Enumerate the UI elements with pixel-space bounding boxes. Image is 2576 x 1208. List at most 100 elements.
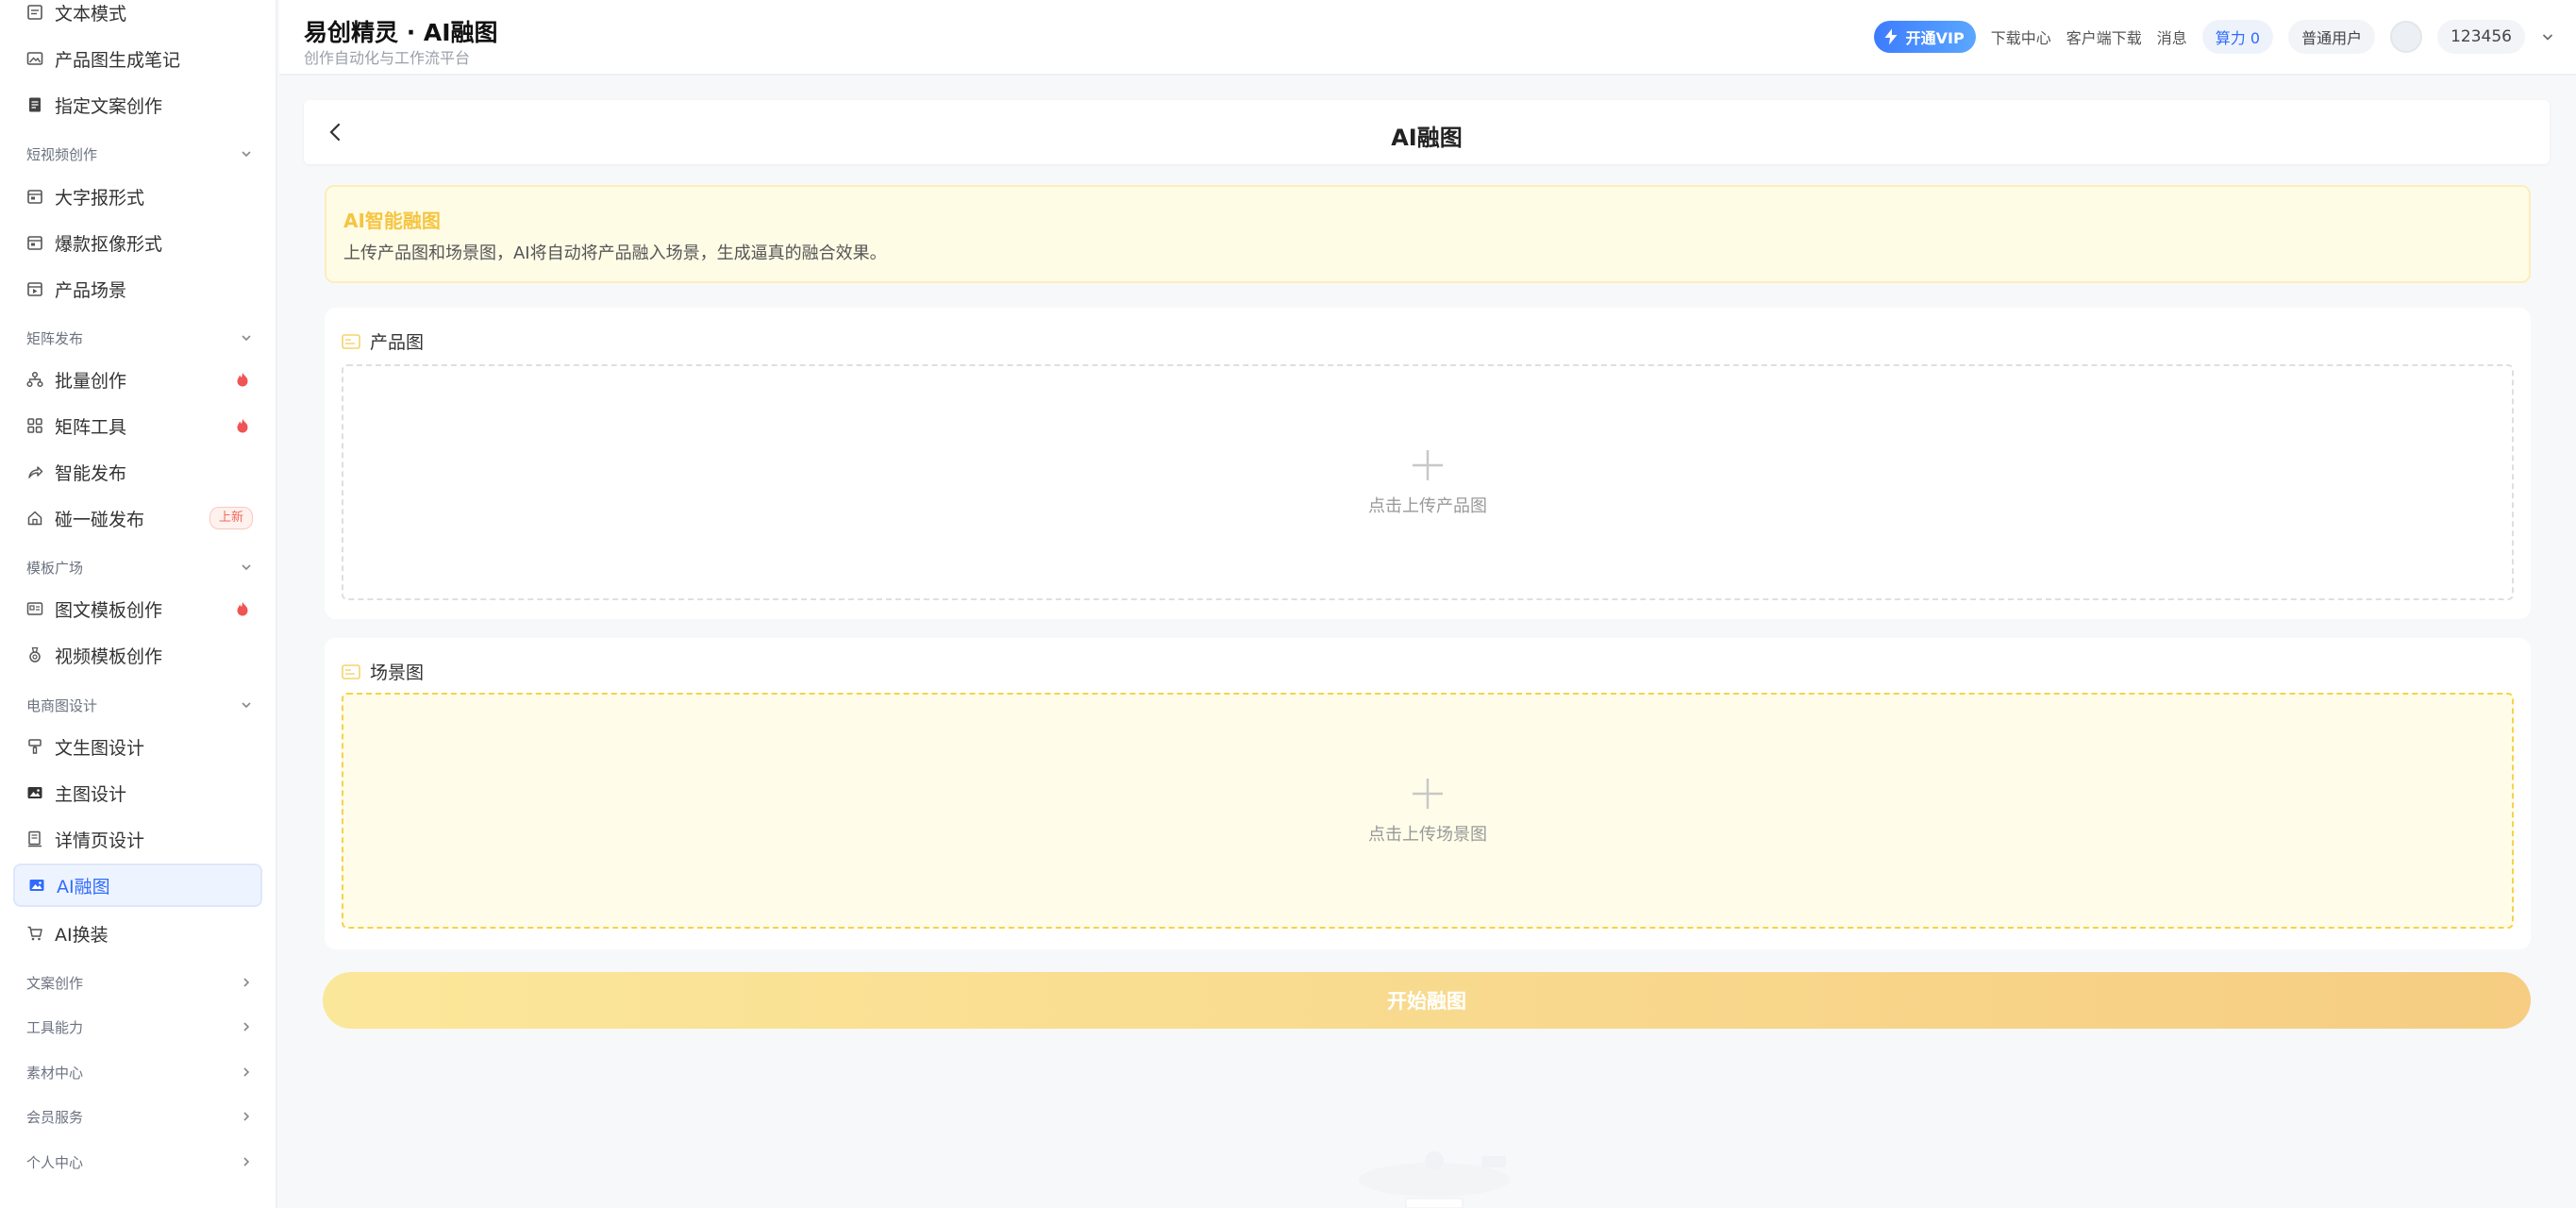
sidebar-item-batch[interactable]: 批量创作: [13, 358, 262, 401]
group-label: 工具能力: [26, 1018, 84, 1036]
vip-label: 开通VIP: [1905, 29, 1965, 47]
scene-image-label: 场景图: [342, 659, 424, 684]
info-notice: AI智能融图 上传产品图和场景图，AI将自动将产品融入场景，生成逼真的融合效果。: [325, 185, 2531, 283]
sidebar-item-smart-publish[interactable]: 智能发布: [13, 450, 262, 494]
sidebar-item-label: 图文模板创作: [55, 599, 163, 621]
sidebar-item-product-notes[interactable]: 产品图生成笔记: [13, 37, 262, 80]
cart-icon: [26, 925, 43, 942]
brush-icon: [26, 738, 43, 755]
group-tools[interactable]: 工具能力: [13, 1011, 262, 1043]
sidebar-item-text-mode[interactable]: 文本模式: [13, 0, 262, 34]
product-upload-dropzone[interactable]: 点击上传产品图: [342, 364, 2514, 600]
top-header: 易创精灵 · AI融图 创作自动化与工作流平台 开通VIP 下载中心 客户端下载…: [279, 0, 2576, 76]
group-label: 会员服务: [26, 1108, 84, 1126]
sidebar-item-matrix-tools[interactable]: 矩阵工具: [13, 404, 262, 447]
sidebar-item-label: AI融图: [57, 876, 110, 898]
user-type-pill[interactable]: 普通用户: [2288, 20, 2376, 54]
hot-icon: [237, 418, 248, 433]
group-matrix[interactable]: 矩阵发布: [13, 322, 262, 354]
vip-button[interactable]: 开通VIP: [1873, 21, 1976, 53]
detail-icon: [26, 830, 43, 847]
group-materials[interactable]: 素材中心: [13, 1056, 262, 1088]
document-icon: [26, 4, 43, 21]
group-personal[interactable]: 个人中心: [13, 1146, 262, 1178]
sidebar-item-label: 碰一碰发布: [55, 509, 145, 530]
sidebar-item-label: 文本模式: [55, 3, 127, 25]
hot-icon: [237, 601, 248, 616]
notice-title: AI智能融图: [343, 210, 441, 232]
picture-icon: [26, 784, 43, 801]
calendar-icon: [26, 234, 43, 251]
sidebar-item-ai-fusion[interactable]: AI融图: [13, 864, 262, 907]
product-image-card: 产品图 点击上传产品图: [325, 308, 2531, 619]
sidebar-item-copywriting[interactable]: 指定文案创作: [13, 83, 262, 126]
page-title: AI融图: [1391, 125, 1463, 151]
sidebar-item-cutout[interactable]: 爆款抠像形式: [13, 221, 262, 264]
sidebar-item-label: 指定文案创作: [55, 95, 163, 117]
chevron-right-icon: [243, 1067, 250, 1077]
plus-icon: [1413, 779, 1443, 809]
grid-icon: [26, 417, 43, 434]
chevron-right-icon: [243, 1157, 250, 1166]
username-pill[interactable]: 123456: [2437, 20, 2525, 54]
card-icon: [26, 600, 43, 617]
chevron-down-icon: [242, 564, 251, 571]
sidebar-item-detail-page[interactable]: 详情页设计: [13, 817, 262, 861]
sidebar-item-label: 批量创作: [55, 370, 127, 392]
chevron-right-icon: [243, 1022, 250, 1032]
lightning-icon: [1884, 28, 1898, 45]
sidebar-item-video-template[interactable]: 视频模板创作: [13, 633, 262, 677]
scene-upload-dropzone[interactable]: 点击上传场景图: [342, 693, 2514, 929]
chevron-down-icon[interactable]: [2540, 29, 2555, 44]
group-ecommerce[interactable]: 电商图设计: [13, 689, 262, 721]
image-frame-icon: [342, 333, 360, 349]
home-icon: [26, 510, 43, 527]
group-label: 文案创作: [26, 974, 84, 992]
group-copywriting[interactable]: 文案创作: [13, 966, 262, 998]
sidebar-item-label: 爆款抠像形式: [55, 233, 163, 255]
group-label: 电商图设计: [26, 696, 98, 714]
messages-link[interactable]: 消息: [2157, 25, 2187, 48]
sidebar-item-label: 视频模板创作: [55, 646, 163, 667]
sidebar-item-main-image[interactable]: 主图设计: [13, 771, 262, 814]
scene-image-card: 场景图 点击上传场景图: [325, 638, 2531, 949]
notice-text: 上传产品图和场景图，AI将自动将产品融入场景，生成逼真的融合效果。: [343, 243, 887, 263]
product-image-label: 产品图: [342, 328, 424, 354]
header-actions: 开通VIP 下载中心 客户端下载 消息 算力 0 普通用户 123456: [1873, 19, 2555, 55]
group-template[interactable]: 模板广场: [13, 551, 262, 583]
sidebar-item-ai-outfit[interactable]: AI换装: [13, 912, 262, 955]
sidebar-item-tap-publish[interactable]: 碰一碰发布 上新: [13, 496, 262, 540]
chevron-right-icon: [243, 978, 250, 987]
plus-icon: [1413, 450, 1443, 480]
sidebar-item-label: AI换装: [55, 924, 109, 946]
sidebar-item-graphic-template[interactable]: 图文模板创作: [13, 587, 262, 630]
compute-power-pill[interactable]: 算力 0: [2201, 20, 2274, 54]
sidebar-item-product-scene[interactable]: 产品场景: [13, 267, 262, 310]
image-frame-icon: [342, 663, 360, 680]
image-icon: [26, 50, 43, 67]
group-label: 矩阵发布: [26, 329, 84, 347]
avatar[interactable]: [2390, 21, 2423, 53]
empty-state-illustration: [1359, 1151, 1510, 1208]
hot-icon: [237, 372, 248, 387]
client-download-link[interactable]: 客户端下载: [2066, 25, 2142, 48]
sidebar-item-text-to-image[interactable]: 文生图设计: [13, 725, 262, 768]
group-label: 个人中心: [26, 1153, 84, 1171]
upload-hint: 点击上传产品图: [1368, 496, 1487, 516]
sidebar-item-label: 产品场景: [55, 279, 127, 301]
new-badge: 上新: [209, 507, 253, 529]
chevron-down-icon: [242, 151, 251, 158]
sidebar-item-label: 详情页设计: [55, 830, 145, 851]
download-center-link[interactable]: 下载中心: [1991, 25, 2051, 48]
sidebar-item-poster[interactable]: 大字报形式: [13, 175, 262, 218]
group-label: 模板广场: [26, 559, 84, 577]
sidebar-item-label: 矩阵工具: [55, 416, 127, 438]
hierarchy-icon: [26, 371, 43, 388]
start-fusion-button[interactable]: 开始融图: [323, 972, 2531, 1029]
group-membership[interactable]: 会员服务: [13, 1100, 262, 1132]
sidebar: 文本模式 产品图生成笔记 指定文案创作 短视频创作 大字报形式 爆款抠像形式 产…: [0, 0, 277, 1208]
group-short-video[interactable]: 短视频创作: [13, 138, 262, 170]
medal-icon: [26, 646, 43, 663]
sidebar-item-label: 大字报形式: [55, 187, 145, 209]
group-label: 短视频创作: [26, 145, 98, 163]
